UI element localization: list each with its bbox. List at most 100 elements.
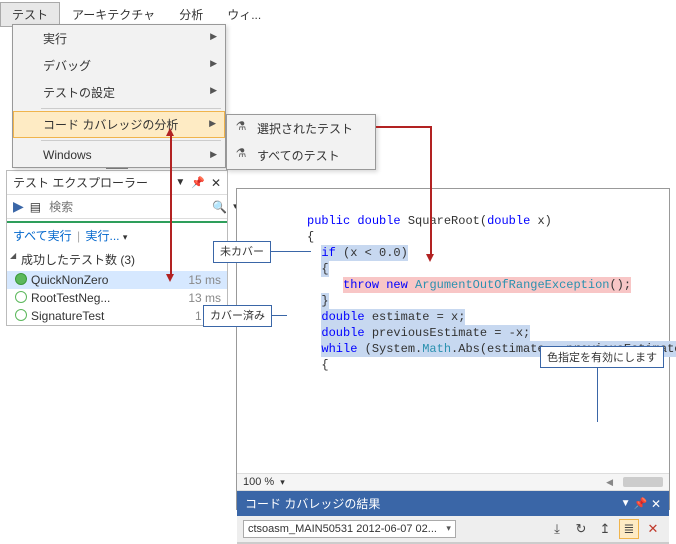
dropdown-windows[interactable]: Windows ▶ — [13, 143, 225, 167]
horizontal-scrollbar[interactable] — [623, 477, 663, 487]
import-icon[interactable]: ⤓ — [547, 519, 567, 539]
chevron-down-icon[interactable]: ▾ — [280, 477, 285, 488]
flask-icon: ⚗ — [233, 146, 249, 160]
coverage-title: コード カバレッジの結果 — [245, 495, 380, 512]
search-icon[interactable]: 🔍 — [212, 200, 227, 214]
code-text: previousEstimate = -x; — [365, 326, 531, 340]
flask-icon: ⚗ — [233, 119, 249, 133]
code-keyword: double — [321, 326, 364, 340]
arrowhead-down-icon — [426, 254, 434, 262]
code-text: (); — [609, 278, 631, 292]
test-row[interactable]: SignatureTest1 ms — [7, 307, 227, 325]
code-text: { — [321, 261, 328, 277]
code-keyword: double — [487, 214, 530, 228]
coverage-run-selector[interactable]: ctsoasm_MAIN50531 2012-06-07 02... — [243, 520, 456, 538]
annotation-arrow — [430, 126, 432, 256]
test-name: SignatureTest — [31, 309, 104, 323]
dropdown-coverage[interactable]: コード カバレッジの分析 ▶ — [13, 111, 225, 138]
close-icon[interactable]: ✕ — [211, 176, 221, 190]
code-keyword: throw — [343, 278, 379, 292]
code-type: Math — [422, 342, 451, 356]
close-icon[interactable]: ✕ — [651, 497, 661, 511]
submenu-all-label: すべてのテスト — [257, 149, 340, 163]
chevron-right-icon: ▶ — [210, 149, 217, 160]
test-name: RootTestNeg... — [31, 291, 110, 305]
coverage-submenu: ⚗ 選択されたテスト ⚗ すべてのテスト — [226, 114, 376, 170]
dropdown-run[interactable]: 実行 ▶ — [13, 25, 225, 52]
coverage-toolbar: ctsoasm_MAIN50531 2012-06-07 02... ⤓ ↻ ↥… — [237, 516, 669, 543]
dropdown-coverage-label: コード カバレッジの分析 — [43, 118, 178, 132]
submenu-selected-tests[interactable]: ⚗ 選択されたテスト — [227, 115, 375, 142]
arrowhead-up-icon — [166, 128, 174, 136]
code-keyword: double — [350, 214, 400, 228]
delete-icon[interactable]: ✕ — [643, 519, 663, 539]
code-text: estimate = x; — [365, 310, 466, 324]
separator — [41, 140, 221, 141]
playlist-icon[interactable]: ▶ — [13, 198, 24, 215]
code-keyword: while — [321, 342, 357, 356]
code-text: { — [321, 358, 328, 372]
code-keyword: new — [379, 278, 408, 292]
code-keyword: if — [321, 246, 335, 260]
test-group-passed[interactable]: 成功したテスト数 (3) — [7, 248, 227, 271]
test-explorer-run-links: すべて実行 | 実行... ▾ — [7, 221, 227, 248]
pass-icon — [15, 273, 27, 285]
pin-icon[interactable]: 📌 — [634, 497, 648, 510]
test-name: QuickNonZero — [31, 273, 108, 287]
run-link[interactable]: 実行... — [86, 229, 120, 243]
separator — [41, 108, 221, 109]
annotation-arrow — [376, 126, 430, 128]
test-duration: 15 ms — [188, 273, 221, 287]
test-explorer-panel: テスト エクスプローラー ▼ 📌 ✕ ▶ ▤ 🔍 ▾ すべて実行 | 実行...… — [6, 170, 228, 326]
chevron-right-icon: ▶ — [210, 58, 217, 69]
chevron-down-icon[interactable]: ▾ — [123, 232, 128, 242]
search-input[interactable] — [47, 199, 206, 215]
submenu-all-tests[interactable]: ⚗ すべてのテスト — [227, 142, 375, 169]
chevron-right-icon: ▶ — [210, 85, 217, 96]
test-explorer-title-bar: テスト エクスプローラー ▼ 📌 ✕ — [7, 171, 227, 195]
dropdown-run-label: 実行 — [43, 32, 67, 46]
covered-callout: カバー済み — [203, 305, 272, 327]
code-keyword: double — [321, 310, 364, 324]
dropdown-icon[interactable]: ▼ — [621, 498, 631, 509]
scroll-left-icon[interactable]: ◀ — [606, 477, 613, 488]
chevron-right-icon: ▶ — [209, 118, 216, 129]
dropdown-icon[interactable]: ▼ — [175, 177, 185, 188]
group-icon[interactable]: ▤ — [30, 200, 41, 214]
test-dropdown: 実行 ▶ デバッグ ▶ テストの設定 ▶ コード カバレッジの分析 ▶ Wind… — [12, 24, 226, 168]
not-run-icon — [15, 309, 27, 321]
zoom-bar: 100 % ▾ ◀ — [237, 473, 669, 491]
dropdown-windows-label: Windows — [43, 148, 92, 162]
arrowhead-down-icon — [166, 274, 174, 282]
code-area[interactable]: public double SquareRoot(double x) { if … — [237, 189, 669, 473]
zoom-level[interactable]: 100 % — [243, 476, 274, 488]
submenu-selected-label: 選択されたテスト — [257, 122, 353, 136]
not-run-icon — [15, 291, 27, 303]
separator: | — [77, 229, 80, 243]
code-text: (x < 0.0) — [336, 246, 408, 260]
code-type: ArgumentOutOfRangeException — [408, 278, 610, 292]
refresh-icon[interactable]: ↻ — [571, 519, 591, 539]
pin-icon[interactable]: 📌 — [191, 176, 205, 189]
code-keyword: public — [307, 214, 350, 228]
coverage-results-panel: コード カバレッジの結果 ▼ 📌 ✕ ctsoasm_MAIN50531 201… — [237, 491, 669, 509]
color-toggle-callout: 色指定を有効にします — [540, 346, 664, 368]
code-text: (System. — [357, 342, 422, 356]
callout-connector — [267, 251, 311, 252]
test-explorer-title: テスト エクスプローラー — [13, 174, 148, 191]
dropdown-debug[interactable]: デバッグ ▶ — [13, 52, 225, 79]
run-all-link[interactable]: すべて実行 — [13, 229, 72, 243]
code-text: x) — [530, 214, 552, 228]
coverage-title-bar: コード カバレッジの結果 ▼ 📌 ✕ — [237, 491, 669, 516]
test-row[interactable]: QuickNonZero 15 ms — [7, 271, 227, 289]
dropdown-debug-label: デバッグ — [43, 59, 91, 73]
export-icon[interactable]: ↥ — [595, 519, 615, 539]
test-explorer-toolbar: ▶ ▤ 🔍 ▾ — [7, 195, 227, 219]
code-text: } — [321, 293, 328, 309]
dropdown-settings[interactable]: テストの設定 ▶ — [13, 79, 225, 106]
callout-connector — [597, 362, 598, 422]
toggle-color-button[interactable]: ≣ — [619, 519, 639, 539]
uncovered-callout: 未カバー — [213, 241, 271, 263]
test-row[interactable]: RootTestNeg... 13 ms — [7, 289, 227, 307]
test-duration: 13 ms — [188, 291, 221, 305]
